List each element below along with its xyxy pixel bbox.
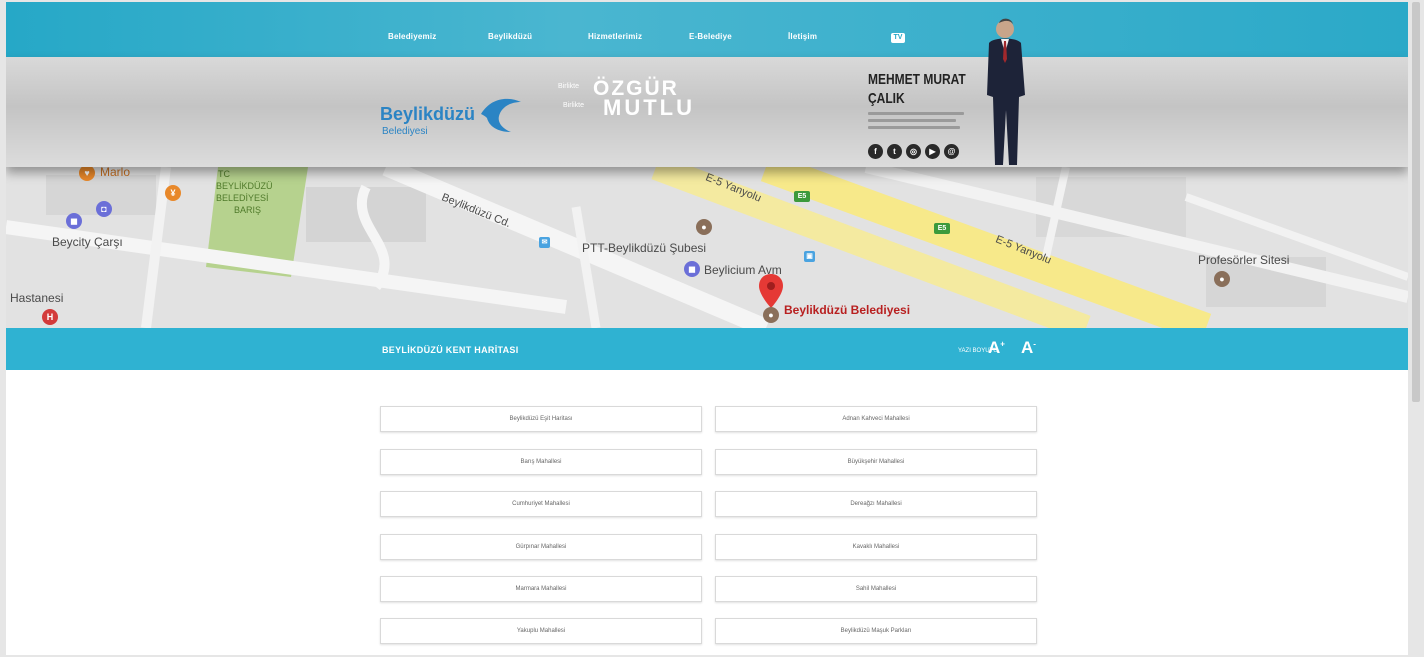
map-label-hastanesi: Hastanesi bbox=[10, 291, 64, 305]
residence-icon: ● bbox=[1214, 271, 1230, 287]
e5-badge-2: E5 bbox=[934, 223, 950, 234]
neighborhood-button[interactable]: Gürpınar Mahallesi bbox=[380, 534, 702, 560]
hospital-icon: H bbox=[42, 309, 58, 325]
mayor-name-last: ÇALIK bbox=[868, 90, 905, 107]
map-label-park-1: TC bbox=[218, 169, 230, 179]
header-banner: Beylikdüzü Belediyesi Birlikte ÖZGÜR Bir… bbox=[6, 18, 1408, 167]
mayor-info-line bbox=[868, 119, 956, 122]
city-hall-icon: ● bbox=[763, 307, 779, 323]
nav-item-hizmetlerimiz[interactable]: Hizmetlerimiz bbox=[588, 32, 642, 41]
map-pin-icon[interactable] bbox=[758, 273, 784, 309]
map-label-market: Marlo bbox=[100, 167, 131, 179]
page-frame: Belediyemiz Beylikdüzü Hizmetlerimiz E-B… bbox=[6, 2, 1408, 655]
neighborhood-button[interactable]: Barış Mahallesi bbox=[380, 449, 702, 475]
neighborhood-button[interactable]: Marmara Mahallesi bbox=[380, 576, 702, 602]
font-decrease-button[interactable]: A- bbox=[1021, 338, 1036, 358]
slogan-word-2: MUTLU bbox=[603, 95, 695, 120]
web-icon[interactable]: @ bbox=[944, 144, 959, 159]
bus-icon: ◘ bbox=[96, 201, 112, 217]
page-title: BEYLİKDÜZÜ KENT HARİTASI bbox=[382, 345, 519, 355]
facebook-icon[interactable]: f bbox=[868, 144, 883, 159]
slogan-small-2: Birlikte bbox=[563, 102, 585, 109]
neighborhood-button[interactable]: Beylikdüzü Eşit Haritası bbox=[380, 406, 702, 432]
nav-item-belediyemiz[interactable]: Belediyemiz bbox=[388, 32, 436, 41]
mayor-info-line bbox=[868, 126, 960, 129]
font-increase-label: A bbox=[988, 338, 1001, 357]
mayor-info-line bbox=[868, 112, 964, 115]
mall-icon: ◼ bbox=[684, 261, 700, 277]
map-label-beycity: Beycity Çarşı bbox=[52, 235, 123, 249]
mayor-photo bbox=[987, 18, 1025, 165]
swallow-logo-icon bbox=[481, 98, 521, 132]
mayor-name-first: MEHMET MURAT bbox=[868, 71, 966, 88]
e5-badge: E5 bbox=[794, 191, 810, 202]
nav-item-iletisim[interactable]: İletişim bbox=[788, 32, 817, 41]
neighborhood-button[interactable]: Kavaklı Mahallesi bbox=[715, 534, 1037, 560]
neighborhood-button[interactable]: Büyükşehir Mahallesi bbox=[715, 449, 1037, 475]
map-label-belediye: Beylikdüzü Belediyesi bbox=[784, 303, 911, 317]
slogan-small-1: Birlikte bbox=[558, 83, 580, 90]
landmark-icon: ● bbox=[696, 219, 712, 235]
neighborhood-button[interactable]: Cumhuriyet Mahallesi bbox=[380, 491, 702, 517]
map-label-ptt: PTT-Beylikdüzü Şubesi bbox=[582, 241, 707, 255]
shopping-icon: ◼ bbox=[66, 213, 82, 229]
neighborhood-button[interactable]: Dereağzı Mahallesi bbox=[715, 491, 1037, 517]
twitter-icon[interactable]: t bbox=[887, 144, 902, 159]
neighborhood-button[interactable]: Adnan Kahveci Mahallesi bbox=[715, 406, 1037, 432]
map-label-park-4: BARIŞ bbox=[234, 205, 262, 215]
page-scrollbar[interactable] bbox=[1412, 2, 1420, 402]
neighborhood-button[interactable]: Sahil Mahallesi bbox=[715, 576, 1037, 602]
font-decrease-label: A bbox=[1021, 338, 1034, 357]
font-increase-button[interactable]: A+ bbox=[988, 338, 1005, 358]
neighborhood-button[interactable]: Yakuplu Mahallesi bbox=[380, 618, 702, 644]
bus-stop-icon: ▣ bbox=[804, 251, 815, 262]
page-title-bar: BEYLİKDÜZÜ KENT HARİTASI YAZI BOYUTU A+ … bbox=[6, 328, 1408, 370]
food-icon: ¥ bbox=[165, 185, 181, 201]
neighborhood-button[interactable]: Beylikdüzü Maşuk Parkları bbox=[715, 618, 1037, 644]
logo-subtitle: Belediyesi bbox=[382, 126, 428, 137]
instagram-icon[interactable]: ◎ bbox=[906, 144, 921, 159]
top-nav: Belediyemiz Beylikdüzü Hizmetlerimiz E-B… bbox=[6, 2, 1408, 57]
youtube-icon[interactable]: ▶ bbox=[925, 144, 940, 159]
map-label-park-3: BELEDİYESİ bbox=[216, 193, 269, 203]
logo-title[interactable]: Beylikdüzü bbox=[380, 104, 475, 125]
nav-item-beylikduzu[interactable]: Beylikdüzü bbox=[488, 32, 532, 41]
map-roads bbox=[6, 167, 1408, 328]
map-label-profesorler: Profesörler Sitesi bbox=[1198, 253, 1290, 267]
post-icon: ✉ bbox=[539, 237, 550, 248]
nav-item-e-belediye[interactable]: E-Belediye bbox=[689, 32, 732, 41]
map-label-park-2: BEYLİKDÜZÜ bbox=[216, 181, 273, 191]
tv-icon[interactable]: TV bbox=[891, 33, 905, 43]
city-map[interactable]: ♥ Marlo ¥ TC BEYLİKDÜZÜ BELEDİYESİ BARIŞ… bbox=[6, 167, 1408, 328]
